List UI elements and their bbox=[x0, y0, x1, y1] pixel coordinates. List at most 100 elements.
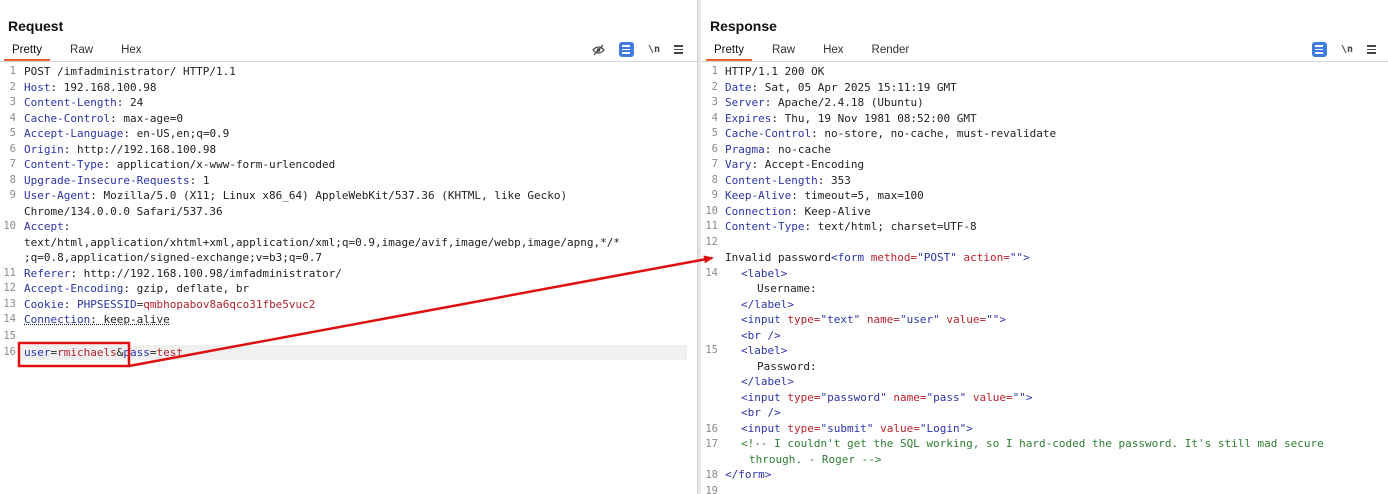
line-number: 13 bbox=[3, 297, 16, 310]
line-number: 18 bbox=[705, 469, 718, 481]
line-number: 9 bbox=[9, 189, 16, 201]
line-number: 17 bbox=[705, 438, 718, 450]
request-header: Referer: http://192.168.100.98/imfadmini… bbox=[24, 266, 342, 280]
response-body-line: Invalid password<form method="POST" acti… bbox=[725, 251, 1030, 264]
response-body-line: <label> bbox=[741, 266, 788, 280]
request-line: POST /imfadministrator/ HTTP/1.1 bbox=[24, 65, 236, 78]
response-body-line: <input type="submit" value="Login"> bbox=[741, 421, 973, 435]
response-menu-icon[interactable] bbox=[1367, 45, 1376, 54]
line-number: 14 bbox=[705, 266, 718, 279]
request-editor[interactable]: 1 POST /imfadministrator/ HTTP/1.1 2 Hos… bbox=[0, 64, 697, 494]
response-newline-toggle[interactable]: \n bbox=[1341, 44, 1353, 55]
line-number: 5 bbox=[711, 127, 718, 139]
line-number: 7 bbox=[711, 158, 718, 170]
response-body-line: Username: bbox=[757, 282, 817, 295]
response-body-line: <input type="password" name="pass" value… bbox=[741, 390, 1033, 404]
response-header: Date: Sat, 05 Apr 2025 15:11:19 GMT bbox=[725, 80, 957, 94]
request-header-continuation: text/html,application/xhtml+xml,applicat… bbox=[24, 235, 621, 249]
line-number: 12 bbox=[3, 282, 16, 294]
request-header: Cache-Control: max-age=0 bbox=[24, 111, 183, 125]
request-header: Content-Type: application/x-www-form-url… bbox=[24, 158, 336, 171]
response-tab-raw[interactable]: Raw bbox=[764, 41, 803, 61]
response-header: Connection: Keep-Alive bbox=[725, 204, 871, 218]
line-number: 5 bbox=[9, 127, 16, 139]
response-body-line: <label> bbox=[741, 344, 788, 357]
html-comment: <!-- I couldn't get the SQL working, so … bbox=[741, 437, 1324, 450]
response-editor[interactable]: 1 HTTP/1.1 200 OK 2 Date: Sat, 05 Apr 20… bbox=[701, 64, 1388, 494]
response-header: Keep-Alive: timeout=5, max=100 bbox=[725, 189, 924, 202]
line-number: 10 bbox=[705, 204, 718, 217]
response-tab-render[interactable]: Render bbox=[864, 41, 918, 61]
response-body-line: Password: bbox=[757, 359, 817, 373]
response-body-line: <br /> bbox=[741, 328, 781, 342]
line-number: 3 bbox=[9, 96, 16, 108]
html-comment: through. - Roger --> bbox=[749, 452, 882, 466]
response-title: Response bbox=[710, 18, 777, 34]
request-header: User-Agent: Mozilla/5.0 (X11; Linux x86_… bbox=[24, 189, 568, 202]
response-tab-pretty[interactable]: Pretty bbox=[706, 41, 753, 61]
request-tabs: Pretty Raw Hex bbox=[4, 41, 150, 61]
line-number: 15 bbox=[705, 344, 718, 356]
line-number: 10 bbox=[3, 220, 16, 232]
line-number: 2 bbox=[9, 80, 16, 93]
request-header-continuation: Chrome/134.0.0.0 Safari/537.36 bbox=[24, 204, 223, 218]
line-number: 4 bbox=[711, 111, 718, 124]
line-number: 19 bbox=[705, 485, 718, 494]
line-number: 4 bbox=[9, 111, 16, 124]
response-tab-hex[interactable]: Hex bbox=[815, 41, 851, 61]
line-number: 16 bbox=[3, 346, 16, 358]
response-body-line: <br /> bbox=[741, 406, 781, 419]
request-tab-pretty[interactable]: Pretty bbox=[4, 41, 51, 61]
line-number: 14 bbox=[3, 313, 16, 325]
response-header: Content-Type: text/html; charset=UTF-8 bbox=[725, 220, 977, 233]
line-number: 16 bbox=[705, 423, 718, 435]
hide-non-printable-icon[interactable] bbox=[592, 44, 605, 56]
line-number: 8 bbox=[711, 173, 718, 186]
response-body-line: </label> bbox=[741, 297, 794, 311]
request-header: Accept: bbox=[24, 220, 71, 233]
request-pane: Request Pretty Raw Hex \n 1 POST /imfadm… bbox=[0, 0, 697, 494]
line-number: 7 bbox=[9, 158, 16, 170]
status-line: HTTP/1.1 200 OK bbox=[725, 65, 825, 78]
response-body-line: </form> bbox=[725, 468, 772, 481]
response-body-line: </label> bbox=[741, 375, 794, 388]
request-title: Request bbox=[8, 18, 64, 34]
line-number: 11 bbox=[3, 266, 16, 279]
line-number: 11 bbox=[705, 220, 718, 232]
response-header: Cache-Control: no-store, no-cache, must-… bbox=[725, 127, 1057, 140]
response-header: Vary: Accept-Encoding bbox=[725, 158, 865, 171]
request-header: Accept-Encoding: gzip, deflate, br bbox=[24, 282, 250, 295]
request-tab-raw[interactable]: Raw bbox=[62, 41, 101, 61]
response-toolbar: \n bbox=[1311, 42, 1376, 57]
request-body: user=rmichaels&pass=test bbox=[24, 346, 183, 359]
request-header: Content-Length: 24 bbox=[24, 96, 144, 109]
request-header: Origin: http://192.168.100.98 bbox=[24, 142, 217, 156]
line-number: 8 bbox=[9, 173, 16, 186]
line-number: 9 bbox=[711, 189, 718, 201]
line-number: 1 bbox=[9, 65, 16, 77]
line-number: 12 bbox=[705, 235, 718, 248]
line-number: 2 bbox=[711, 80, 718, 93]
response-header: Content-Length: 353 bbox=[725, 173, 851, 187]
request-header: Connection: keep-alive bbox=[24, 313, 170, 326]
response-header: Expires: Thu, 19 Nov 1981 08:52:00 GMT bbox=[725, 111, 977, 125]
line-number: 3 bbox=[711, 96, 718, 108]
response-word-wrap-icon[interactable] bbox=[1311, 42, 1327, 57]
request-header: Upgrade-Insecure-Requests: 1 bbox=[24, 173, 210, 187]
response-tabs: Pretty Raw Hex Render bbox=[706, 41, 917, 61]
response-header: Server: Apache/2.4.18 (Ubuntu) bbox=[725, 96, 924, 109]
request-newline-toggle[interactable]: \n bbox=[648, 44, 660, 55]
request-tab-hex[interactable]: Hex bbox=[113, 41, 149, 61]
request-toolbar: \n bbox=[592, 42, 683, 57]
line-number: 1 bbox=[711, 65, 718, 77]
request-menu-icon[interactable] bbox=[674, 45, 683, 54]
request-header: Host: 192.168.100.98 bbox=[24, 80, 157, 94]
line-number: 6 bbox=[711, 142, 718, 155]
response-pane: Response Pretty Raw Hex Render \n 1 HTTP… bbox=[701, 0, 1388, 494]
request-header: Accept-Language: en-US,en;q=0.9 bbox=[24, 127, 230, 140]
line-number: 15 bbox=[3, 330, 16, 342]
request-word-wrap-icon[interactable] bbox=[618, 42, 634, 57]
response-body-line: <input type="text" name="user" value=""> bbox=[741, 313, 1006, 326]
request-header: Cookie: PHPSESSID=qmbhopabov8a6qco31fbe5… bbox=[24, 297, 316, 311]
response-header: Pragma: no-cache bbox=[725, 142, 831, 156]
